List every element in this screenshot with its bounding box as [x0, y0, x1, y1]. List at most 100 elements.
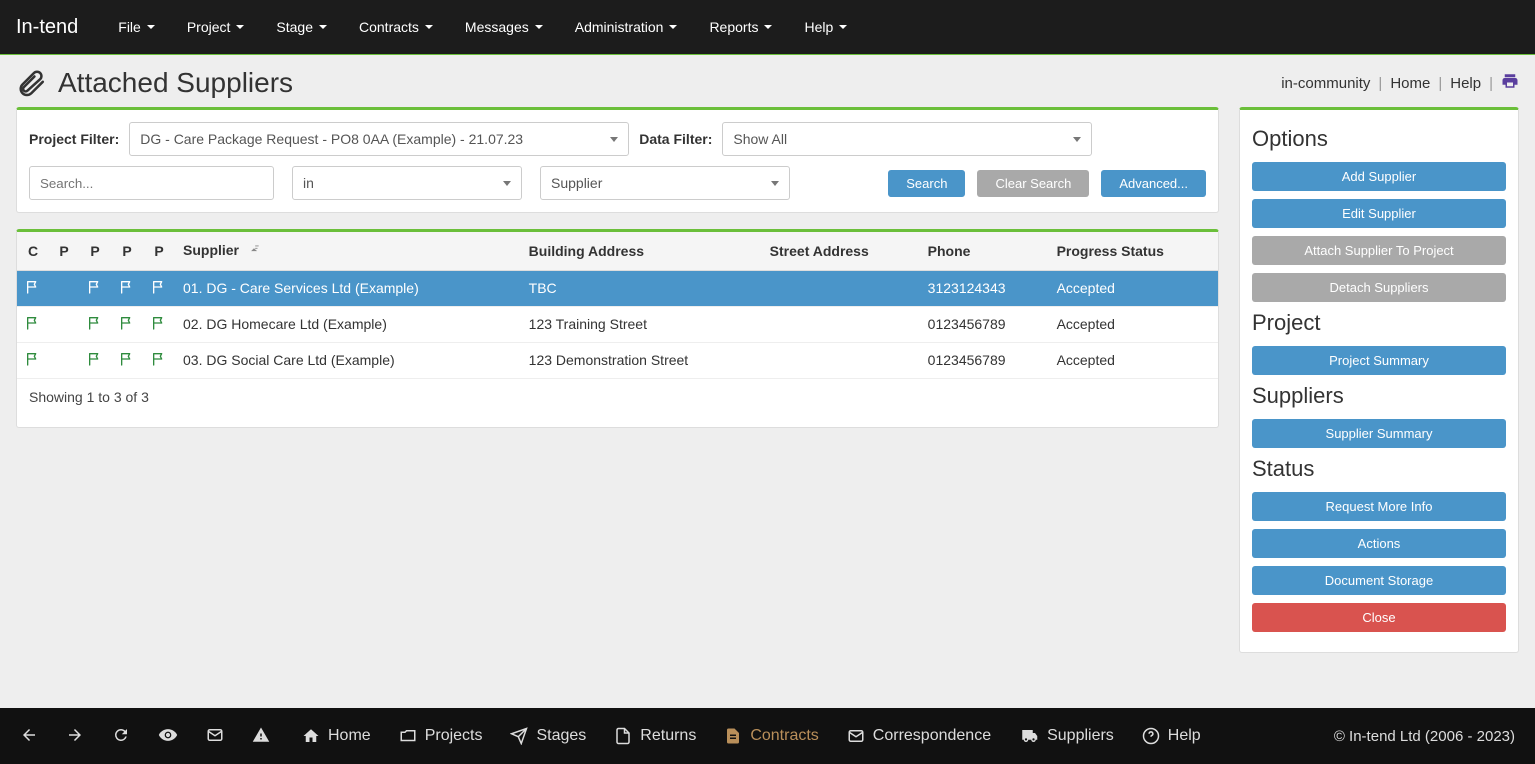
- cell-building: 123 Demonstration Street: [521, 342, 762, 378]
- menu-administration[interactable]: Administration: [559, 0, 694, 55]
- cell-status: Accepted: [1049, 306, 1218, 342]
- flag-icon: [143, 306, 175, 342]
- col-p3[interactable]: P: [111, 232, 143, 270]
- flag-icon: [17, 306, 49, 342]
- col-street[interactable]: Street Address: [762, 232, 920, 270]
- menu-stage[interactable]: Stage: [260, 0, 343, 55]
- print-icon[interactable]: [1501, 72, 1519, 94]
- copyright: © In-tend Ltd (2006 - 2023): [1334, 728, 1515, 745]
- data-filter-select[interactable]: Show All: [722, 122, 1092, 156]
- nav-home[interactable]: Home: [302, 727, 371, 745]
- flag-icon: [17, 342, 49, 378]
- menu-help[interactable]: Help: [788, 0, 863, 55]
- back-icon[interactable]: [20, 726, 38, 747]
- col-building[interactable]: Building Address: [521, 232, 762, 270]
- nav-projects[interactable]: Projects: [399, 727, 483, 745]
- col-p4[interactable]: P: [143, 232, 175, 270]
- cell-street: [762, 270, 920, 306]
- forward-icon[interactable]: [66, 726, 84, 747]
- clear-search-button[interactable]: Clear Search: [977, 170, 1089, 197]
- menu-messages[interactable]: Messages: [449, 0, 559, 55]
- data-filter-label: Data Filter:: [639, 131, 712, 147]
- project-summary-button[interactable]: Project Summary: [1252, 346, 1506, 375]
- chevron-down-icon: [764, 25, 772, 29]
- table-row[interactable]: 01. DG - Care Services Ltd (Example)TBC3…: [17, 270, 1218, 306]
- paperclip-icon: [16, 68, 46, 98]
- project-filter-label: Project Filter:: [29, 131, 119, 147]
- col-status[interactable]: Progress Status: [1049, 232, 1218, 270]
- nav-returns[interactable]: Returns: [614, 727, 696, 745]
- menu-file[interactable]: File: [102, 0, 171, 55]
- search-input[interactable]: [29, 166, 274, 200]
- flag-icon: [111, 270, 143, 306]
- nav-correspondence[interactable]: Correspondence: [847, 727, 991, 745]
- cell-status: Accepted: [1049, 342, 1218, 378]
- search-field-select[interactable]: Supplier: [540, 166, 790, 200]
- warning-icon[interactable]: [252, 726, 270, 747]
- table-row[interactable]: 02. DG Homecare Ltd (Example)123 Trainin…: [17, 306, 1218, 342]
- flag-icon: [17, 270, 49, 306]
- table-row[interactable]: 03. DG Social Care Ltd (Example)123 Demo…: [17, 342, 1218, 378]
- nav-help[interactable]: Help: [1142, 727, 1201, 745]
- link-home[interactable]: Home: [1390, 75, 1430, 92]
- chevron-down-icon: [147, 25, 155, 29]
- flag-icon: [111, 342, 143, 378]
- edit-supplier-button[interactable]: Edit Supplier: [1252, 199, 1506, 228]
- nav-contracts[interactable]: Contracts: [724, 727, 818, 745]
- head-links: in-community | Home | Help |: [1281, 72, 1519, 94]
- cell-building: 123 Training Street: [521, 306, 762, 342]
- menu-reports[interactable]: Reports: [693, 0, 788, 55]
- flag-icon: [79, 270, 111, 306]
- search-in-select[interactable]: in: [292, 166, 522, 200]
- filter-panel: Project Filter: DG - Care Package Reques…: [16, 107, 1219, 213]
- col-p1[interactable]: P: [49, 232, 79, 270]
- actions-button[interactable]: Actions: [1252, 529, 1506, 558]
- options-heading: Options: [1252, 126, 1506, 152]
- add-supplier-button[interactable]: Add Supplier: [1252, 162, 1506, 191]
- attach-supplier-button[interactable]: Attach Supplier To Project: [1252, 236, 1506, 265]
- col-p2[interactable]: P: [79, 232, 111, 270]
- flag-icon: [143, 270, 175, 306]
- close-button[interactable]: Close: [1252, 603, 1506, 632]
- page-title: Attached Suppliers: [16, 67, 293, 99]
- menu-contracts[interactable]: Contracts: [343, 0, 449, 55]
- detach-suppliers-button[interactable]: Detach Suppliers: [1252, 273, 1506, 302]
- request-more-info-button[interactable]: Request More Info: [1252, 492, 1506, 521]
- page-header: Attached Suppliers in-community | Home |…: [0, 55, 1535, 107]
- status-heading: Status: [1252, 456, 1506, 482]
- options-panel: Options Add Supplier Edit Supplier Attac…: [1239, 107, 1519, 653]
- chevron-down-icon: [319, 25, 327, 29]
- cell-supplier: 02. DG Homecare Ltd (Example): [175, 306, 521, 342]
- search-button[interactable]: Search: [888, 170, 965, 197]
- col-phone[interactable]: Phone: [920, 232, 1049, 270]
- link-help[interactable]: Help: [1450, 75, 1481, 92]
- flag-icon: [49, 342, 79, 378]
- refresh-icon[interactable]: [112, 726, 130, 747]
- flag-icon: [49, 306, 79, 342]
- project-heading: Project: [1252, 310, 1506, 336]
- cell-building: TBC: [521, 270, 762, 306]
- nav-stages[interactable]: Stages: [510, 727, 586, 745]
- eye-icon[interactable]: [158, 725, 178, 748]
- cell-supplier: 01. DG - Care Services Ltd (Example): [175, 270, 521, 306]
- cell-phone: 0123456789: [920, 306, 1049, 342]
- cell-supplier: 03. DG Social Care Ltd (Example): [175, 342, 521, 378]
- suppliers-table-panel: C P P P P Supplier Building Address Stre…: [16, 229, 1219, 428]
- mail-icon[interactable]: [206, 726, 224, 747]
- supplier-summary-button[interactable]: Supplier Summary: [1252, 419, 1506, 448]
- link-in-community[interactable]: in-community: [1281, 75, 1370, 92]
- menu-project[interactable]: Project: [171, 0, 261, 55]
- advanced-button[interactable]: Advanced...: [1101, 170, 1206, 197]
- nav-suppliers[interactable]: Suppliers: [1019, 727, 1114, 745]
- col-supplier[interactable]: Supplier: [175, 232, 521, 270]
- flag-icon: [143, 342, 175, 378]
- project-filter-select[interactable]: DG - Care Package Request - PO8 0AA (Exa…: [129, 122, 629, 156]
- document-storage-button[interactable]: Document Storage: [1252, 566, 1506, 595]
- col-c[interactable]: C: [17, 232, 49, 270]
- flag-icon: [79, 342, 111, 378]
- chevron-down-icon: [669, 25, 677, 29]
- chevron-down-icon: [535, 25, 543, 29]
- brand: In-tend: [16, 16, 78, 39]
- suppliers-table: C P P P P Supplier Building Address Stre…: [17, 232, 1218, 379]
- cell-phone: 0123456789: [920, 342, 1049, 378]
